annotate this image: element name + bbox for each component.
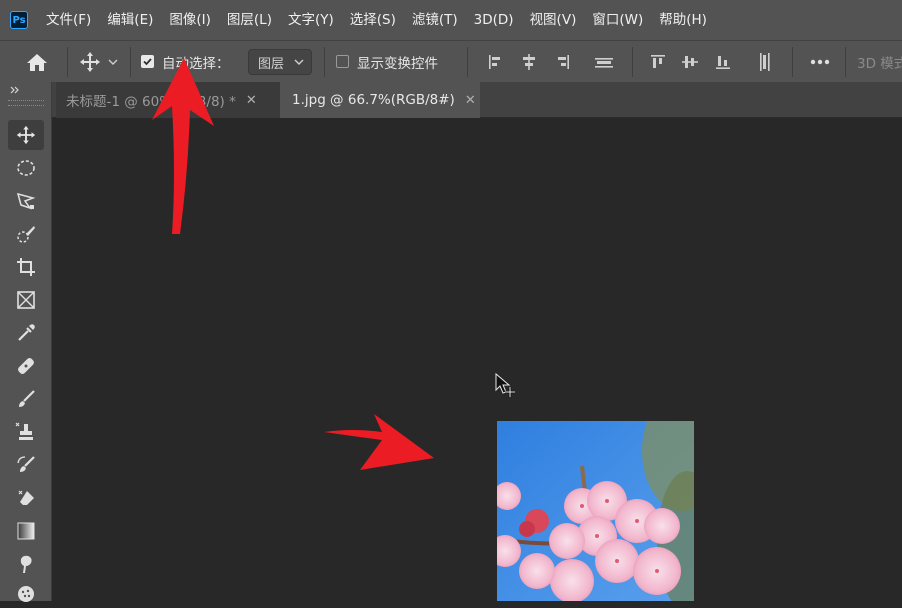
quick-selection-tool[interactable] — [8, 219, 44, 249]
frame-tool[interactable] — [8, 285, 44, 315]
eyedropper-icon — [18, 324, 35, 341]
eraser-tool[interactable] — [8, 483, 44, 513]
bandage-icon — [18, 358, 34, 374]
align-horizontal-center-icon — [523, 53, 535, 70]
menu-edit[interactable]: 编辑(E) — [99, 0, 161, 40]
separator — [130, 47, 131, 77]
panel-grip[interactable] — [8, 100, 44, 106]
quick-selection-icon — [17, 226, 35, 243]
separator — [324, 47, 325, 77]
align-top-icon — [651, 54, 665, 68]
align-top-button[interactable] — [648, 41, 668, 82]
distribute-horizontal-button[interactable] — [593, 41, 615, 82]
menu-help[interactable]: 帮助(H) — [651, 0, 715, 40]
menu-image[interactable]: 图像(I) — [161, 0, 219, 40]
menu-file[interactable]: 文件(F) — [38, 0, 99, 40]
tools-panel — [0, 82, 52, 602]
auto-select-target-value: 图层 — [258, 56, 285, 72]
distribute-horizontal-icon — [595, 57, 613, 68]
menu-view[interactable]: 视图(V) — [522, 0, 585, 40]
more-dots-icon — [810, 59, 830, 64]
tab-label: 1.jpg @ 66.7%(RGB/8#) — [292, 92, 455, 108]
menu-bar: Ps 文件(F) 编辑(E) 图像(I) 图层(L) 文字(Y) 选择(S) 滤… — [0, 0, 902, 40]
separator — [845, 47, 846, 77]
move-cursor-icon — [495, 372, 515, 397]
distribute-vertical-button[interactable] — [755, 41, 775, 82]
align-bottom-icon — [716, 55, 730, 69]
brush-icon — [19, 390, 35, 407]
brush-tool[interactable] — [8, 384, 44, 414]
auto-select-target-dropdown[interactable]: 图层 — [248, 49, 312, 75]
eraser-icon — [18, 490, 34, 505]
menu-window[interactable]: 窗口(W) — [584, 0, 651, 40]
polygonal-lasso-icon — [16, 192, 36, 210]
separator — [792, 47, 793, 77]
move-icon — [16, 125, 36, 145]
close-icon[interactable]: ✕ — [246, 93, 257, 108]
crop-icon — [17, 258, 35, 276]
chevron-down-icon — [294, 59, 304, 65]
separator — [467, 47, 468, 77]
photoshop-logo: Ps — [10, 11, 28, 29]
elliptical-marquee-icon — [17, 160, 35, 176]
gradient-tool[interactable] — [8, 516, 44, 546]
move-tool[interactable] — [8, 120, 44, 150]
menu-type[interactable]: 文字(Y) — [280, 0, 342, 40]
align-right-button[interactable] — [552, 41, 572, 82]
show-transform-toggle[interactable]: 显示变换控件 — [336, 41, 438, 82]
smudge-tool[interactable] — [8, 549, 44, 579]
close-icon[interactable]: ✕ — [465, 93, 476, 108]
lasso-tool[interactable] — [8, 186, 44, 216]
align-vertical-center-icon — [682, 55, 698, 68]
align-bottom-button[interactable] — [713, 41, 733, 82]
separator — [67, 47, 68, 77]
menu-3d[interactable]: 3D(D) — [466, 0, 522, 40]
home-button[interactable] — [24, 41, 50, 82]
marquee-tool[interactable] — [8, 153, 44, 183]
chevron-down-icon — [108, 59, 118, 65]
history-brush-tool[interactable] — [8, 450, 44, 480]
tab-1-jpg[interactable]: 1.jpg @ 66.7%(RGB/8#) ✕ — [280, 82, 480, 118]
stamp-icon — [15, 422, 33, 440]
annotation-arrow-right — [324, 414, 434, 470]
3d-mode-label: 3D 模式 — [857, 55, 902, 72]
align-center-button[interactable] — [519, 41, 539, 82]
separator — [632, 47, 633, 77]
sponge-tool[interactable] — [8, 578, 44, 608]
smudge-icon — [20, 555, 32, 573]
move-icon — [80, 51, 100, 72]
align-left-icon — [489, 54, 500, 69]
move-tool-preset-button[interactable] — [78, 41, 120, 82]
frame-icon — [17, 291, 35, 309]
more-options-button[interactable] — [808, 41, 832, 82]
menu-layer[interactable]: 图层(L) — [219, 0, 280, 40]
document-image[interactable] — [497, 421, 694, 601]
home-icon — [27, 53, 47, 71]
menu-select[interactable]: 选择(S) — [342, 0, 404, 40]
align-right-icon — [558, 54, 569, 69]
cherry-blossom-photo — [497, 421, 694, 601]
clone-stamp-tool[interactable] — [8, 417, 44, 447]
show-transform-checkbox[interactable] — [336, 55, 349, 68]
align-left-button[interactable] — [486, 41, 506, 82]
menu-filter[interactable]: 滤镜(T) — [404, 0, 466, 40]
align-middle-button[interactable] — [680, 41, 700, 82]
annotation-arrow-up — [152, 58, 214, 234]
crop-tool[interactable] — [8, 252, 44, 282]
history-brush-icon — [17, 456, 35, 472]
options-bar: 自动选择： 图层 显示变换控件 3D 模式 — [0, 40, 902, 82]
healing-brush-tool[interactable] — [8, 351, 44, 381]
gradient-icon — [17, 522, 35, 540]
expand-panel-icon[interactable] — [9, 85, 21, 95]
eyedropper-tool[interactable] — [8, 318, 44, 348]
distribute-vertical-icon — [760, 52, 770, 71]
show-transform-label: 显示变换控件 — [357, 55, 438, 72]
